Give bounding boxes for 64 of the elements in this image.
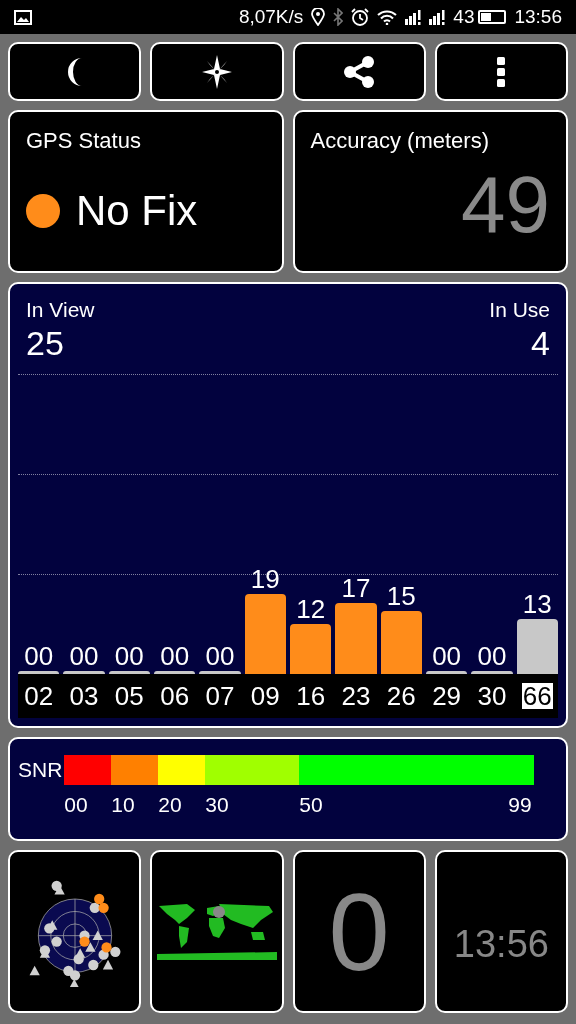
image-icon xyxy=(14,9,32,25)
wifi-icon xyxy=(377,9,398,25)
share-icon xyxy=(342,54,377,89)
snr-value: 17 xyxy=(341,574,371,601)
satellite-id: 26 xyxy=(385,683,417,709)
battery-percent: 43 xyxy=(453,4,475,29)
battery-icon xyxy=(478,10,507,24)
card-title: GPS Status xyxy=(26,127,142,155)
snr-scale-label: 50 xyxy=(299,793,323,816)
clock-time: 13:56 xyxy=(514,4,562,29)
in-view-label: In View xyxy=(26,297,95,323)
snr-value: 00 xyxy=(24,643,54,669)
snr-value: 00 xyxy=(69,643,99,669)
snr-value: 13 xyxy=(522,591,552,618)
satellite-id: 30 xyxy=(476,683,508,709)
bluetooth-icon xyxy=(333,8,344,26)
card-title: Accuracy (meters) xyxy=(310,127,490,155)
satellite-id: 09 xyxy=(249,683,281,709)
signal-icon xyxy=(405,9,422,25)
widget-tile[interactable] xyxy=(8,850,142,1013)
satellite-id: 66 xyxy=(521,683,553,709)
signal-icon xyxy=(429,9,446,25)
satellite-id: 07 xyxy=(204,683,236,709)
snr-value: 19 xyxy=(250,566,280,593)
snr-scale-label: 10 xyxy=(111,793,135,816)
satellite-id: 03 xyxy=(68,683,100,709)
widget-tile[interactable]: 0 xyxy=(292,850,426,1013)
snr-scale-label: 30 xyxy=(205,793,229,816)
snr-value: 00 xyxy=(160,643,190,669)
satellite-id: 05 xyxy=(113,683,145,709)
moon-icon xyxy=(67,57,82,86)
snr-value: 12 xyxy=(296,595,326,622)
network-speed: 8,07K/s xyxy=(238,4,304,29)
accuracy-value: 49 xyxy=(461,165,550,245)
satellite-id: 02 xyxy=(23,683,55,709)
toolbar-button[interactable] xyxy=(292,42,426,101)
snr-value: 15 xyxy=(386,583,416,609)
toolbar-button[interactable] xyxy=(434,42,568,101)
widget-tile[interactable] xyxy=(150,850,284,1013)
snr-value: 00 xyxy=(477,643,507,669)
satellite-id: 23 xyxy=(340,683,372,709)
snr-scale-label: 00 xyxy=(64,793,88,816)
satellite-id: 06 xyxy=(159,683,191,709)
more-icon xyxy=(497,56,506,87)
snr-value: 00 xyxy=(114,643,144,669)
compass-rose-icon xyxy=(201,54,232,89)
snr-scale-label: 20 xyxy=(158,793,182,816)
snr-label: SNR xyxy=(18,759,63,783)
snr-value: 00 xyxy=(432,643,462,669)
snr-value: 00 xyxy=(205,643,235,669)
in-view-count: 25 xyxy=(26,325,65,360)
toolbar-button[interactable] xyxy=(150,42,284,101)
location-icon xyxy=(311,8,326,26)
in-use-label: In Use xyxy=(489,297,550,323)
toolbar-button[interactable] xyxy=(8,42,142,101)
number-readout: 0 xyxy=(328,876,390,987)
fix-status: No Fix xyxy=(76,186,198,236)
widget-tile[interactable]: 13:56 xyxy=(434,850,568,1013)
alarm-icon xyxy=(351,8,370,26)
clock-readout: 13:56 xyxy=(453,924,549,963)
in-use-count: 4 xyxy=(531,325,550,360)
satellite-id: 29 xyxy=(431,683,463,709)
snr-scale-label: 99 xyxy=(508,792,532,818)
satellite-id: 16 xyxy=(295,683,327,709)
